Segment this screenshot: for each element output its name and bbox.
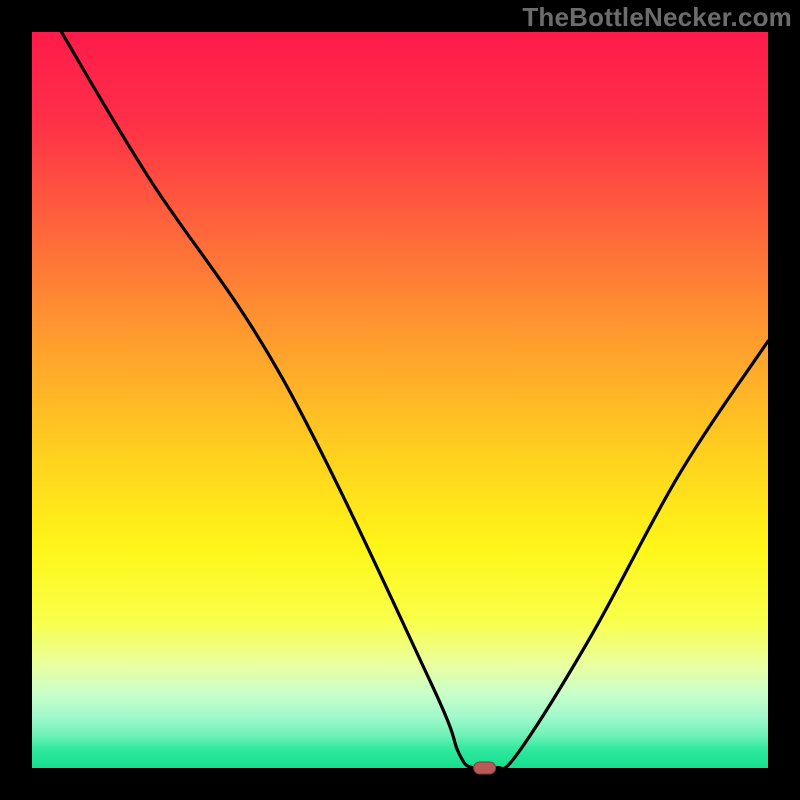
- plot-background: [32, 32, 768, 768]
- optimum-marker: [474, 762, 496, 774]
- chart-stage: TheBottleNecker.com: [0, 0, 800, 800]
- bottleneck-chart: [0, 0, 800, 800]
- watermark-text: TheBottleNecker.com: [522, 2, 792, 33]
